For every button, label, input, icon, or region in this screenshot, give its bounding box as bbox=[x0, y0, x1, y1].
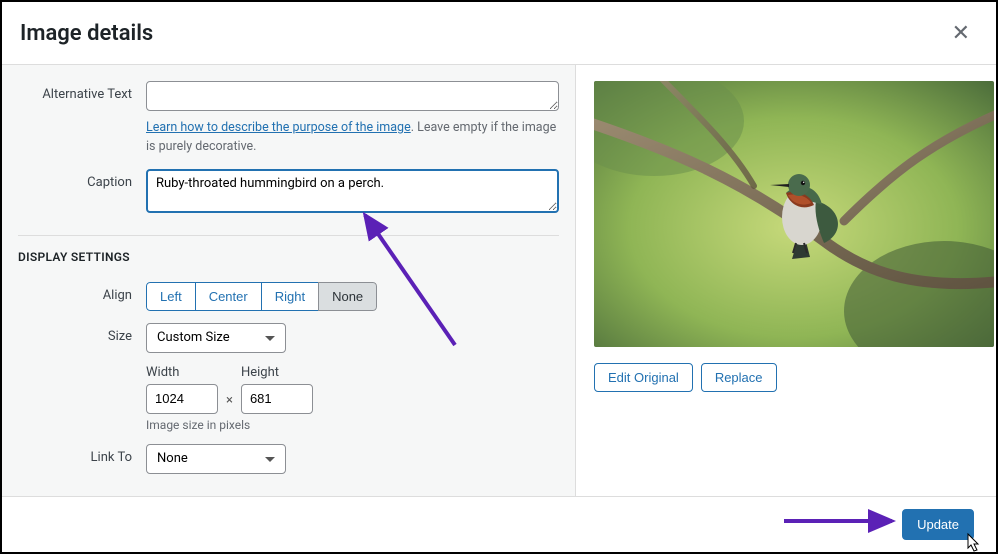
caption-row: Caption bbox=[18, 169, 559, 217]
close-button[interactable]: ✕ bbox=[944, 16, 978, 50]
display-settings-title: DISPLAY SETTINGS bbox=[18, 250, 559, 264]
align-button-group: Left Center Right None bbox=[146, 282, 377, 311]
align-center-button[interactable]: Center bbox=[195, 282, 262, 311]
replace-button[interactable]: Replace bbox=[701, 363, 777, 392]
size-hint: Image size in pixels bbox=[146, 418, 559, 432]
preview-actions: Edit Original Replace bbox=[594, 363, 978, 392]
linkto-select[interactable]: None bbox=[146, 444, 286, 474]
modal-body: Alternative Text Learn how to describe t… bbox=[2, 65, 996, 496]
separator bbox=[18, 235, 559, 236]
align-none-button[interactable]: None bbox=[318, 282, 377, 311]
size-row: Size Custom Size bbox=[18, 323, 559, 353]
linkto-label: Link To bbox=[18, 444, 146, 465]
modal-header: Image details ✕ bbox=[2, 2, 996, 65]
alt-text-help-link[interactable]: Learn how to describe the purpose of the… bbox=[146, 120, 411, 135]
close-icon: ✕ bbox=[952, 20, 970, 45]
align-label: Align bbox=[18, 282, 146, 303]
align-right-button[interactable]: Right bbox=[261, 282, 319, 311]
width-label: Width bbox=[146, 365, 218, 380]
size-label: Size bbox=[18, 323, 146, 344]
image-preview bbox=[594, 81, 994, 347]
alt-text-hint: Learn how to describe the purpose of the… bbox=[146, 119, 559, 157]
settings-panel: Alternative Text Learn how to describe t… bbox=[2, 65, 576, 496]
dimensions-row: Width × Height Image size in pixels bbox=[18, 365, 559, 432]
image-details-modal: Image details ✕ Alternative Text Learn h… bbox=[0, 0, 998, 554]
size-select[interactable]: Custom Size bbox=[146, 323, 286, 353]
caption-input[interactable] bbox=[146, 169, 559, 213]
dimensions-group: Width × Height bbox=[146, 365, 559, 414]
edit-original-button[interactable]: Edit Original bbox=[594, 363, 693, 392]
annotation-arrow-update bbox=[782, 509, 902, 533]
linkto-row: Link To None bbox=[18, 444, 559, 474]
width-input[interactable] bbox=[146, 384, 218, 414]
alt-text-row: Alternative Text Learn how to describe t… bbox=[18, 81, 559, 157]
modal-title: Image details bbox=[20, 21, 153, 46]
alt-text-label: Alternative Text bbox=[18, 81, 146, 102]
align-row: Align Left Center Right None bbox=[18, 282, 559, 311]
align-left-button[interactable]: Left bbox=[146, 282, 196, 311]
height-label: Height bbox=[241, 365, 313, 380]
hummingbird-image bbox=[594, 81, 994, 347]
height-input[interactable] bbox=[241, 384, 313, 414]
modal-footer: Update bbox=[2, 496, 996, 552]
alt-text-input[interactable] bbox=[146, 81, 559, 111]
dimension-separator: × bbox=[226, 371, 233, 408]
update-button[interactable]: Update bbox=[902, 509, 974, 540]
preview-panel: Edit Original Replace bbox=[576, 65, 996, 496]
caption-label: Caption bbox=[18, 169, 146, 190]
